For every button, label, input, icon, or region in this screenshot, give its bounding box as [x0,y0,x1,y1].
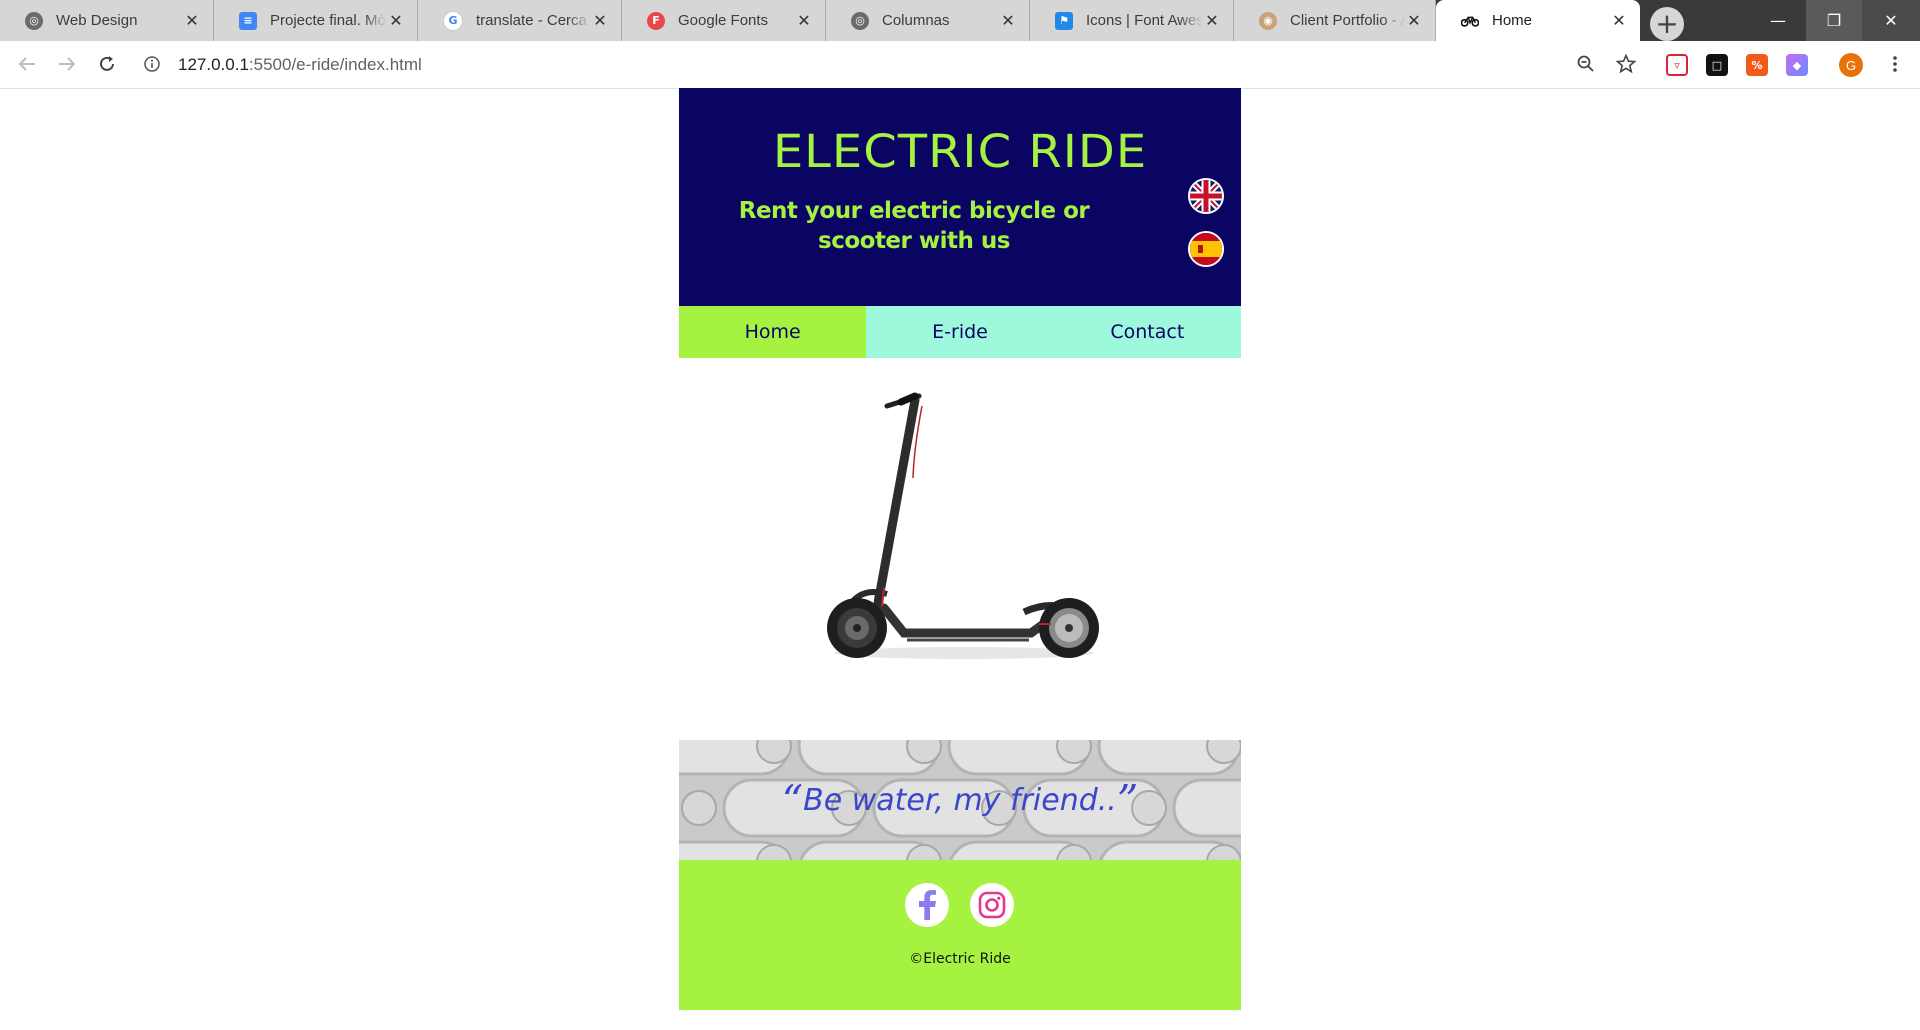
font-awesome-flag-icon: ⚑ [1055,11,1073,30]
tab-title: Projecte final. Mòdul [270,12,387,29]
open-quote-icon: “ [781,775,804,825]
close-icon[interactable]: ✕ [183,11,201,30]
back-arrow-icon[interactable] [12,49,42,79]
browser-tab[interactable]: ≡ Projecte final. Mòdul ✕ [214,0,418,41]
browser-tab[interactable]: ◉ Client Portfolio - Art ✕ [1234,0,1436,41]
browser-tab[interactable]: ◎ Columnas ✕ [826,0,1030,41]
quote-banner: “Be water, my friend..” [679,740,1241,860]
browser-toolbar: 127.0.0.1:5500/e-ride/index.html ▿ □ % ◆… [0,41,1920,89]
browser-tab[interactable]: F Google Fonts ✕ [622,0,826,41]
instagram-icon[interactable] [970,883,1014,927]
tab-title: Home [1492,12,1533,29]
nav-home[interactable]: Home [679,306,867,358]
tab-title: Google Fonts [678,12,769,29]
quote-text-wrapper: “Be water, my friend..” [679,740,1241,860]
uk-flag-icon[interactable] [1188,178,1224,214]
color-picker-extension-icon[interactable]: ◆ [1786,54,1808,76]
tab-title: Columnas [882,12,950,29]
globe-icon: ◎ [25,11,43,30]
menu-kebab-icon[interactable] [1880,49,1910,79]
address-path: :5500/e-ride/index.html [248,55,422,74]
scooter-image [679,358,1241,740]
google-fonts-icon: F [647,11,665,30]
quote-text: Be water, my friend.. [803,782,1117,818]
close-icon[interactable]: ✕ [1405,11,1423,30]
restore-window-button[interactable]: ❐ [1806,0,1862,41]
close-quote-icon: ” [1116,775,1139,825]
square-extension-icon[interactable]: □ [1706,54,1728,76]
address-bar[interactable]: 127.0.0.1:5500/e-ride/index.html [178,53,422,77]
nav-e-ride[interactable]: E-ride [866,306,1053,358]
percent-extension-icon[interactable]: % [1746,54,1768,76]
site-title: ELECTRIC RIDE [772,125,1148,179]
reload-icon[interactable] [92,49,122,79]
browser-tab-strip: ◎ Web Design ✕ ≡ Projecte final. Mòdul ✕… [0,0,1920,41]
close-window-button[interactable]: ✕ [1862,0,1920,41]
site-header: ELECTRIC RIDE Rent your electric bicycle… [679,88,1241,306]
tab-title: Client Portfolio - Art [1290,12,1405,29]
tab-title: Web Design [56,12,138,29]
minimize-window-button[interactable]: — [1750,0,1806,41]
browser-tab[interactable]: G translate - Cerca amb Google ✕ [418,0,622,41]
address-host: 127.0.0.1 [178,55,249,74]
forward-arrow-icon[interactable] [52,49,82,79]
spain-flag-icon[interactable] [1188,231,1224,267]
google-icon: G [443,10,463,31]
close-icon[interactable]: ✕ [1203,11,1221,30]
site-footer: ©Electric Ride [679,860,1241,1010]
main-nav: Home E-ride Contact [679,306,1241,358]
tab-title: translate - Cerca amb Google [476,12,591,29]
close-icon[interactable]: ✕ [387,11,405,30]
site-subtitle: Rent your electric bicycle or scooter wi… [738,198,1090,254]
site-info-icon[interactable] [142,49,162,79]
site-container: ELECTRIC RIDE Rent your electric bicycle… [679,88,1241,1010]
pocket-extension-icon[interactable]: ▿ [1666,54,1688,76]
close-icon[interactable]: ✕ [999,11,1017,30]
close-icon[interactable]: ✕ [591,11,609,30]
close-icon[interactable]: ✕ [1610,11,1628,30]
copyright-text: ©Electric Ride [909,951,1011,967]
bicycle-icon [1461,12,1479,30]
profile-avatar[interactable]: G [1839,53,1863,77]
new-tab-button[interactable]: + [1650,7,1684,41]
tab-title: Icons | Font Awesome [1086,12,1203,29]
docs-icon: ≡ [239,11,257,30]
browser-tab[interactable]: ⚑ Icons | Font Awesome ✕ [1030,0,1234,41]
palette-icon: ◉ [1259,11,1277,30]
browser-tab-active[interactable]: Home ✕ [1436,0,1640,41]
globe-icon: ◎ [851,11,869,30]
close-icon[interactable]: ✕ [795,11,813,30]
nav-contact[interactable]: Contact [1054,306,1241,358]
facebook-icon[interactable] [905,883,949,927]
zoom-icon[interactable] [1571,49,1601,79]
browser-tab[interactable]: ◎ Web Design ✕ [0,0,214,41]
bookmark-star-icon[interactable] [1611,49,1641,79]
